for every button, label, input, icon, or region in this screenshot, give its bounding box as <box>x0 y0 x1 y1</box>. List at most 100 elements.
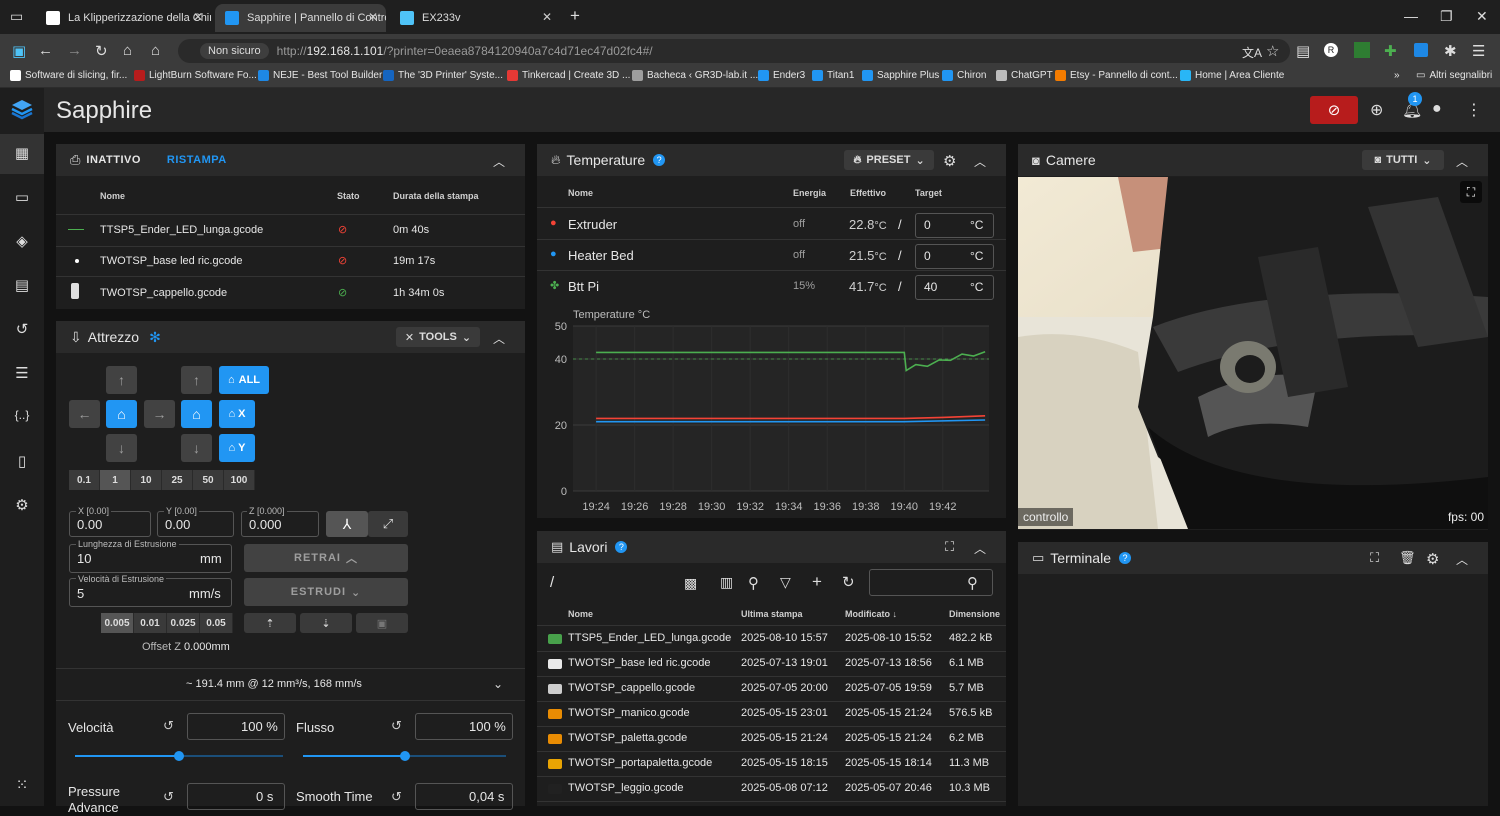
columns-icon[interactable]: ▥ <box>720 574 733 591</box>
more-menu-icon[interactable]: ⋮ <box>1466 100 1482 120</box>
star-icon[interactable]: ☆ <box>1266 42 1279 60</box>
jog-step-100-button[interactable]: 100 <box>224 470 255 490</box>
col-duration-header[interactable]: Durata della stampa <box>393 191 479 201</box>
speed-slider-knob[interactable] <box>174 751 184 761</box>
camera-fullscreen-icon[interactable]: ⛶ <box>1460 181 1482 203</box>
expand-chevron-icon[interactable]: ⌄ <box>493 677 503 691</box>
gear-icon[interactable]: ⚙ <box>943 152 956 170</box>
url-text[interactable]: http://192.168.1.101/?printer=0eaea87841… <box>277 44 653 58</box>
zoffset-step-button[interactable]: 0.025 <box>167 613 200 633</box>
bookmark-item[interactable]: The '3D Printer' Syste... <box>383 70 503 81</box>
sidebar-settings-icon[interactable]: ⚙ <box>12 496 32 516</box>
temperature-chart[interactable]: Temperature °C 0 20 40 50 19:24 19:26 19:28 19:3… <box>537 302 1006 518</box>
print-icon[interactable]: ▤ <box>1296 42 1310 60</box>
minimize-icon[interactable]: — <box>1404 8 1418 24</box>
sidebar-machine-icon[interactable]: ▯ <box>12 452 32 472</box>
jog-y-plus-button[interactable]: ↑ <box>106 366 137 394</box>
zoffset-step-button[interactable]: 0.05 <box>200 613 233 633</box>
extrude-button[interactable]: ESTRUDI ⌄ <box>244 578 408 606</box>
reprint-tab[interactable]: RISTAMPA <box>167 154 227 166</box>
sidebar-files-icon[interactable]: ▤ <box>12 276 32 296</box>
bookmark-item[interactable]: NEJE - Best Tool Builder <box>258 70 382 81</box>
jog-step-50-button[interactable]: 50 <box>193 470 224 490</box>
tools-menu-button[interactable]: ✕ TOOLS ⌄ <box>396 327 480 347</box>
home-z-button[interactable]: ⌂ <box>181 400 212 428</box>
col-state-header[interactable]: Stato <box>337 191 360 201</box>
filter-icon[interactable]: ▽ <box>780 574 791 591</box>
extension-green-icon[interactable] <box>1354 42 1370 58</box>
browser-menu-icon[interactable]: ☰ <box>1472 42 1485 60</box>
browser-tab-2[interactable]: Sapphire | Pannello di Controllo ✕ <box>215 4 386 32</box>
sidebar-config-icon[interactable]: {..} <box>12 408 32 428</box>
bookmark-item[interactable]: Bacheca ‹ GR3D-lab.it ... <box>632 70 758 81</box>
collapse-chevron-icon[interactable]: ︿ <box>1456 153 1468 170</box>
jobs-col-name[interactable]: Nome <box>568 609 593 619</box>
home-x-button[interactable]: ⌂ X <box>219 400 255 428</box>
sidebar-history-icon[interactable]: ↺ <box>12 320 32 340</box>
save-zoffset-button[interactable]: ▣ <box>356 613 408 633</box>
upload-print-icon[interactable]: ⊕ <box>1370 100 1383 120</box>
bookmark-item[interactable]: Chiron <box>942 70 986 81</box>
user-icon[interactable]: ● <box>1432 100 1442 118</box>
other-bookmarks[interactable]: ▭ Altri segnalibri <box>1416 70 1492 81</box>
sidebar-console-icon[interactable]: ▭ <box>12 188 32 208</box>
col-name-header[interactable]: Nome <box>100 191 125 201</box>
extensions-hub-icon[interactable]: ⌂ <box>123 42 132 59</box>
camera-select-button[interactable]: ◙ TUTTI ⌄ <box>1362 150 1444 170</box>
reset-smooth-icon[interactable]: ↺ <box>391 789 402 805</box>
close-window-icon[interactable]: ✕ <box>1476 8 1488 25</box>
add-icon[interactable]: + <box>812 572 822 592</box>
bookmark-item[interactable]: Titan1 <box>812 70 854 81</box>
trash-icon[interactable]: 🗑︎ <box>1399 550 1416 566</box>
absolute-mode-button[interactable]: ⅄ <box>326 511 368 537</box>
extension-puzzle-green-icon[interactable]: ✚ <box>1384 42 1397 60</box>
camera-stream[interactable]: controllo fps: 00 ⛶ <box>1018 177 1488 529</box>
bookmark-item[interactable]: Etsy - Pannello di cont... <box>1055 70 1178 81</box>
bookmark-item[interactable]: Software di slicing, fir... <box>10 70 127 81</box>
sidebar-toggle-icon[interactable]: ▣ <box>12 42 26 60</box>
extension-r-icon[interactable]: R <box>1324 43 1338 57</box>
jog-step-10-button[interactable]: 10 <box>131 470 162 490</box>
jog-x-plus-button[interactable]: → <box>144 400 175 428</box>
help-icon[interactable]: ? <box>1119 552 1131 564</box>
fullscreen-icon[interactable]: ⛶ <box>1370 550 1379 566</box>
new-tab-button[interactable]: + <box>570 6 580 26</box>
collapse-chevron-icon[interactable]: ︿ <box>974 153 986 170</box>
help-icon[interactable]: ? <box>615 541 628 553</box>
sidebar-tune-icon[interactable]: ☰ <box>12 364 32 384</box>
sapphire-logo-icon[interactable] <box>10 98 34 122</box>
collapse-chevron-icon[interactable]: ︿ <box>493 153 505 170</box>
zoffset-step-button[interactable]: 0.005 <box>101 613 134 633</box>
collapse-chevron-icon[interactable]: ︿ <box>493 330 505 347</box>
sidebar-dashboard-icon[interactable]: ▦ <box>12 144 32 164</box>
zoffset-up-button[interactable]: ⇡ <box>244 613 296 633</box>
reset-speed-icon[interactable]: ↺ <box>163 718 174 734</box>
close-tab-icon[interactable]: ✕ <box>193 10 203 24</box>
fullscreen-icon[interactable]: ⛶ <box>945 539 954 555</box>
reset-pa-icon[interactable]: ↺ <box>163 789 174 805</box>
home-y-button[interactable]: ⌂ Y <box>219 434 255 462</box>
preset-button[interactable]: 🔥︎ PRESET ⌄ <box>844 150 934 170</box>
maximize-icon[interactable]: ❐ <box>1440 8 1453 25</box>
extension-s-icon[interactable] <box>1414 43 1428 57</box>
extensions-icon[interactable]: ✱ <box>1444 42 1457 60</box>
zoffset-step-button[interactable]: 0.01 <box>134 613 167 633</box>
bookmark-item[interactable]: Sapphire Plus <box>862 70 939 81</box>
thumbnails-toggle-icon[interactable]: ▩ <box>684 575 697 592</box>
home-xy-button[interactable]: ⌂ <box>106 400 137 428</box>
jog-y-minus-button[interactable]: ↓ <box>106 434 137 462</box>
flow-slider-knob[interactable] <box>399 751 410 761</box>
jog-step-0.1-button[interactable]: 0.1 <box>69 470 100 490</box>
motors-icon[interactable]: ✻ <box>149 329 161 346</box>
browser-tab-3[interactable]: EX233v ✕ <box>390 4 560 32</box>
bookmark-item[interactable]: ChatGPT <box>996 70 1053 81</box>
sidebar-apps-icon[interactable]: ⁙ <box>12 776 32 796</box>
home-icon[interactable]: ⌂ <box>151 42 160 59</box>
emergency-stop-button[interactable]: ⊘ <box>1310 96 1358 124</box>
zoffset-down-button[interactable]: ⇣ <box>300 613 352 633</box>
jog-z-minus-button[interactable]: ↓ <box>181 434 212 462</box>
collapse-chevron-icon[interactable]: ︿ <box>1456 551 1468 568</box>
home-all-button[interactable]: ⌂ ALL <box>219 366 269 394</box>
browser-tab-1[interactable]: La Klipperizzazione della Chiron ✕ <box>36 4 211 32</box>
retract-button[interactable]: RETRAI ︿ <box>244 544 408 572</box>
